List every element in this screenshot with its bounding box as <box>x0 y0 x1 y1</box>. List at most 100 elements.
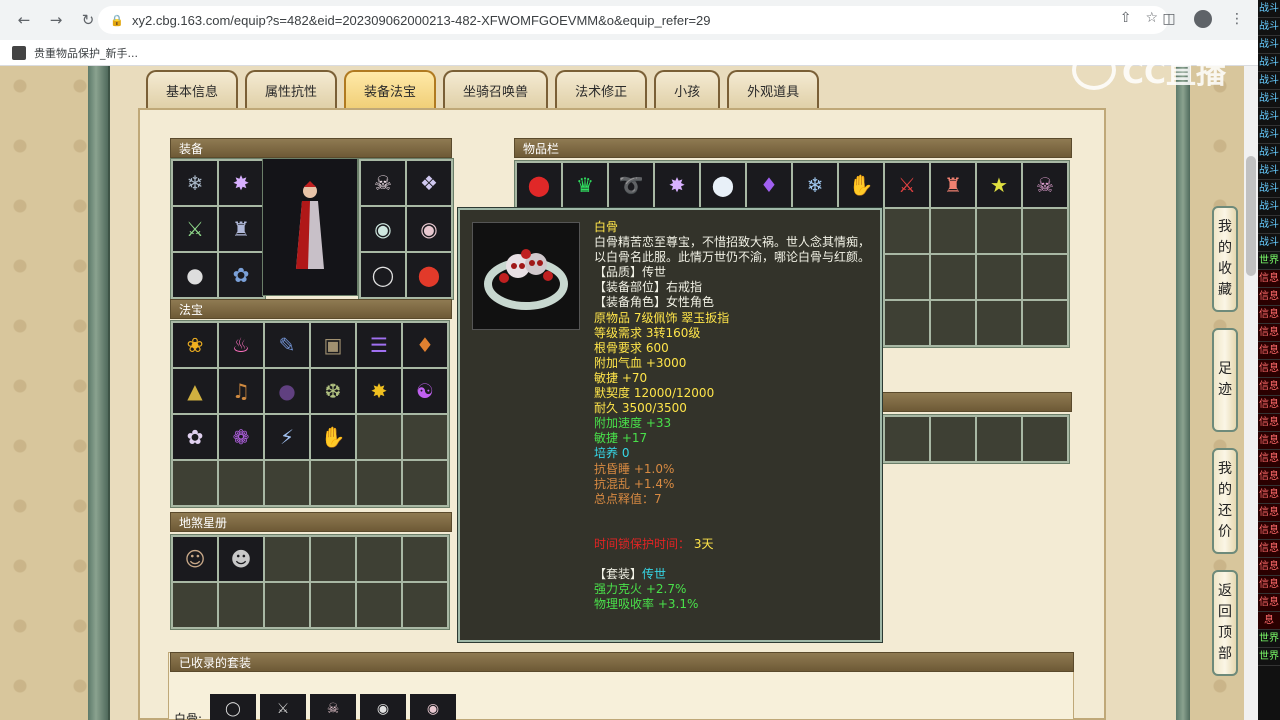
disha-slot-empty[interactable] <box>357 583 401 627</box>
fabao-slot[interactable]: ✎ <box>265 323 309 367</box>
bookmark-item[interactable]: 贵重物品保护_新手... <box>34 45 138 61</box>
disha-slot-empty[interactable] <box>357 537 401 581</box>
sidepanel-icon[interactable]: ◫ <box>1158 6 1180 32</box>
tab-basic-info[interactable]: 基本信息 <box>146 70 239 108</box>
tab-equipment[interactable]: 装备法宝 <box>344 70 437 108</box>
url-text[interactable]: xy2.cbg.163.com/equip?s=482&eid=20230906… <box>132 13 711 28</box>
page-scrollbar[interactable] <box>1244 66 1258 720</box>
fabao-slot[interactable]: ☯ <box>403 369 447 413</box>
inventory-slot[interactable]: ⬤ <box>517 163 561 207</box>
inventory-slot-empty[interactable] <box>931 301 975 345</box>
inventory-slot[interactable]: ✋ <box>839 163 883 207</box>
fabao-slot[interactable]: ♦ <box>403 323 447 367</box>
inventory-slot-empty[interactable] <box>1023 209 1067 253</box>
inventory-slot[interactable]: ♜ <box>931 163 975 207</box>
fabao-slot[interactable]: ▣ <box>311 323 355 367</box>
inventory-slot-empty[interactable] <box>1023 301 1067 345</box>
equip-slot[interactable]: ◯ <box>361 253 405 297</box>
fabao-slot-empty[interactable] <box>403 415 447 459</box>
share-icon[interactable]: ⇧ <box>1120 10 1132 26</box>
fabao-slot-empty[interactable] <box>403 461 447 505</box>
footprint-button[interactable]: 足 迹 <box>1212 328 1238 432</box>
inventory-slot[interactable]: ♦ <box>747 163 791 207</box>
set-item[interactable]: ◯ <box>210 694 256 720</box>
inventory-slot-empty[interactable] <box>931 209 975 253</box>
set-item[interactable]: ☠ <box>310 694 356 720</box>
menu-icon[interactable]: ⋮ <box>1226 6 1248 32</box>
inventory-slot[interactable]: ❄ <box>793 163 837 207</box>
inventory-slot-empty[interactable] <box>931 255 975 299</box>
disha-slot[interactable]: ☺ <box>173 537 217 581</box>
inventory-slot[interactable]: ♛ <box>563 163 607 207</box>
equip-slot[interactable]: ⬤ <box>407 253 451 297</box>
fabao-slot-empty[interactable] <box>173 461 217 505</box>
fabao-slot[interactable]: ☰ <box>357 323 401 367</box>
tab-child[interactable]: 小孩 <box>654 70 721 108</box>
scrollbar-thumb[interactable] <box>1246 156 1256 276</box>
set-item[interactable]: ◉ <box>360 694 406 720</box>
inventory-slot-empty[interactable] <box>885 301 929 345</box>
inventory-slot-empty[interactable] <box>885 255 929 299</box>
inventory-slot-empty[interactable] <box>977 255 1021 299</box>
disha-slot[interactable]: ☻ <box>219 537 263 581</box>
back-icon[interactable]: ← <box>10 6 38 34</box>
inventory-slot[interactable]: ⬤ <box>701 163 745 207</box>
equip-slot[interactable]: ☠ <box>361 161 405 205</box>
back-to-top-button[interactable]: 返 回 顶 部 <box>1212 570 1238 676</box>
set-item[interactable]: ◉ <box>410 694 456 720</box>
fabao-slot-empty[interactable] <box>311 461 355 505</box>
fabao-slot[interactable]: ✸ <box>357 369 401 413</box>
fabao-slot[interactable]: ♨ <box>219 323 263 367</box>
equip-slot[interactable]: ❄ <box>173 161 217 205</box>
fabao-slot-empty[interactable] <box>357 461 401 505</box>
fabao-slot[interactable]: ● <box>265 369 309 413</box>
equip-slot[interactable]: ✿ <box>219 253 263 297</box>
fabao-slot[interactable]: ▲ <box>173 369 217 413</box>
inventory-slot[interactable]: ★ <box>977 163 1021 207</box>
disha-slot-empty[interactable] <box>173 583 217 627</box>
storage-slot-empty[interactable] <box>1023 417 1067 461</box>
inventory-slot-empty[interactable] <box>885 209 929 253</box>
disha-slot-empty[interactable] <box>403 537 447 581</box>
fabao-slot-empty[interactable] <box>357 415 401 459</box>
forward-icon[interactable]: → <box>42 6 70 34</box>
tab-attributes[interactable]: 属性抗性 <box>245 70 338 108</box>
inventory-slot[interactable]: ➰ <box>609 163 653 207</box>
disha-slot-empty[interactable] <box>311 537 355 581</box>
my-favorites-button[interactable]: 我 的 收 藏 <box>1212 206 1238 312</box>
equip-slot[interactable]: ◉ <box>407 207 451 251</box>
equip-slot[interactable]: ♜ <box>219 207 263 251</box>
fabao-slot[interactable]: ♫ <box>219 369 263 413</box>
fabao-slot-empty[interactable] <box>219 461 263 505</box>
fabao-slot[interactable]: ⚡ <box>265 415 309 459</box>
equip-slot[interactable]: ⚔ <box>173 207 217 251</box>
storage-slot-empty[interactable] <box>931 417 975 461</box>
disha-slot-empty[interactable] <box>403 583 447 627</box>
fabao-slot[interactable]: ✿ <box>173 415 217 459</box>
disha-slot-empty[interactable] <box>265 583 309 627</box>
inventory-slot-empty[interactable] <box>1023 255 1067 299</box>
equip-slot[interactable]: ◉ <box>361 207 405 251</box>
fabao-slot[interactable]: ❆ <box>311 369 355 413</box>
equip-slot[interactable]: ● <box>173 253 217 297</box>
storage-slot-empty[interactable] <box>977 417 1021 461</box>
disha-slot-empty[interactable] <box>219 583 263 627</box>
disha-slot-empty[interactable] <box>311 583 355 627</box>
address-bar[interactable]: 🔒 xy2.cbg.163.com/equip?s=482&eid=202309… <box>98 6 1168 34</box>
fabao-slot-empty[interactable] <box>265 461 309 505</box>
fabao-slot[interactable]: ❀ <box>173 323 217 367</box>
inventory-slot-empty[interactable] <box>977 301 1021 345</box>
profile-icon[interactable] <box>1192 6 1214 32</box>
inventory-slot-empty[interactable] <box>977 209 1021 253</box>
equip-slot[interactable]: ❖ <box>407 161 451 205</box>
star-icon[interactable]: ☆ <box>1145 10 1158 26</box>
storage-slot-empty[interactable] <box>885 417 929 461</box>
tab-mounts[interactable]: 坐骑召唤兽 <box>443 70 549 108</box>
fabao-slot[interactable]: ❁ <box>219 415 263 459</box>
tab-appearance[interactable]: 外观道具 <box>727 70 820 108</box>
set-item[interactable]: ⚔ <box>260 694 306 720</box>
my-bargain-button[interactable]: 我 的 还 价 <box>1212 448 1238 554</box>
tab-spells[interactable]: 法术修正 <box>555 70 648 108</box>
fabao-slot[interactable]: ✋ <box>311 415 355 459</box>
disha-slot-empty[interactable] <box>265 537 309 581</box>
